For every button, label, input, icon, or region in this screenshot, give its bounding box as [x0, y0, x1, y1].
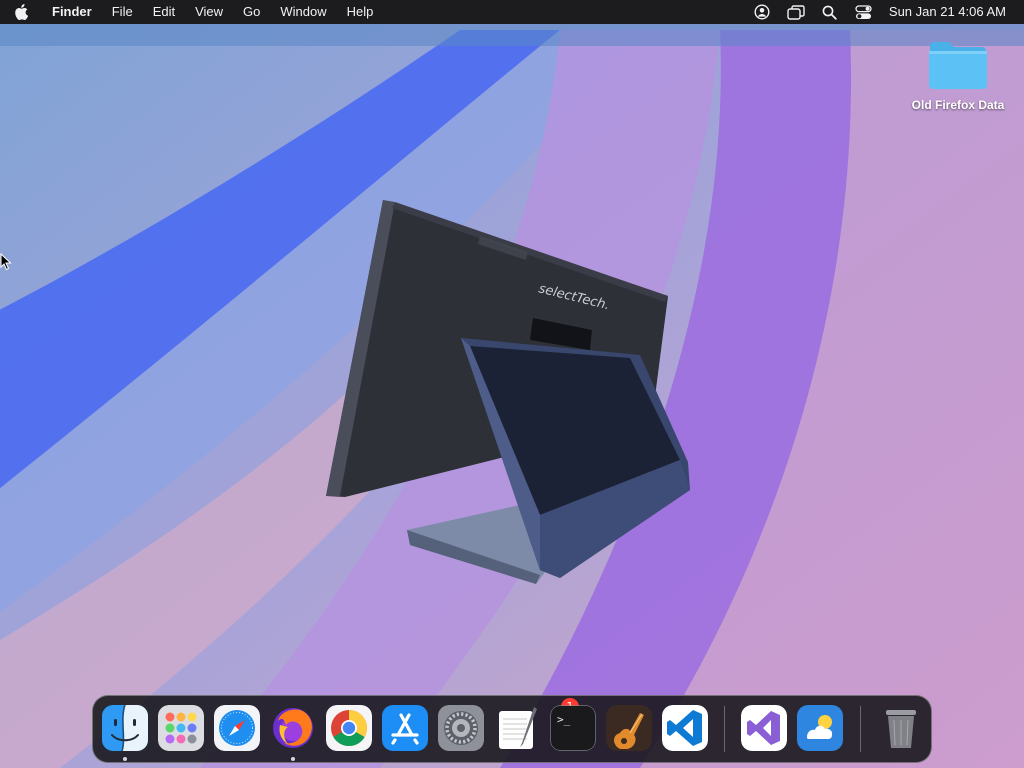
- apple-menu-icon[interactable]: [0, 0, 42, 24]
- launchpad-icon[interactable]: [158, 705, 204, 751]
- dock-separator: [724, 706, 725, 752]
- visual-studio-icon[interactable]: [741, 705, 787, 751]
- menu-view[interactable]: View: [185, 0, 233, 24]
- trash-icon[interactable]: [878, 705, 924, 751]
- mouse-cursor-icon: [0, 252, 12, 276]
- system-preferences-icon[interactable]: [438, 705, 484, 751]
- dock: 1 >_: [92, 695, 932, 763]
- menu-bar-clock[interactable]: Sun Jan 21 4:06 AM: [881, 0, 1024, 24]
- menu-help[interactable]: Help: [337, 0, 384, 24]
- spotlight-search-icon[interactable]: [813, 0, 847, 24]
- user-account-icon[interactable]: [745, 0, 779, 24]
- menu-go[interactable]: Go: [233, 0, 270, 24]
- svg-text:>_: >_: [557, 713, 571, 726]
- menu-bar: Finder File Edit View Go Window Help Sun…: [0, 0, 1024, 24]
- textedit-icon[interactable]: [494, 705, 540, 751]
- finder-icon[interactable]: [102, 705, 148, 751]
- terminal-icon[interactable]: >_: [550, 705, 596, 751]
- chrome-icon[interactable]: [326, 705, 372, 751]
- dock-separator: [860, 706, 861, 752]
- desktop-folder-label: Old Firefox Data: [911, 98, 1005, 112]
- desktop-folder[interactable]: Old Firefox Data: [900, 38, 1016, 112]
- control-center-icon[interactable]: [847, 0, 881, 24]
- weather-icon[interactable]: [797, 705, 843, 751]
- firefox-icon[interactable]: [270, 705, 316, 751]
- finder-running-indicator: [123, 757, 127, 761]
- folder-icon: [929, 42, 987, 89]
- app-store-icon[interactable]: [382, 705, 428, 751]
- menu-window[interactable]: Window: [270, 0, 336, 24]
- menu-app-name[interactable]: Finder: [42, 0, 102, 24]
- firefox-running-indicator: [291, 757, 295, 761]
- garageband-icon[interactable]: [606, 705, 652, 751]
- menu-file[interactable]: File: [102, 0, 143, 24]
- vscode-icon[interactable]: [662, 705, 708, 751]
- safari-icon[interactable]: [214, 705, 260, 751]
- screen-mirroring-icon[interactable]: [779, 0, 813, 24]
- tablet-stand-image: selectTech.: [300, 190, 720, 600]
- menu-edit[interactable]: Edit: [143, 0, 185, 24]
